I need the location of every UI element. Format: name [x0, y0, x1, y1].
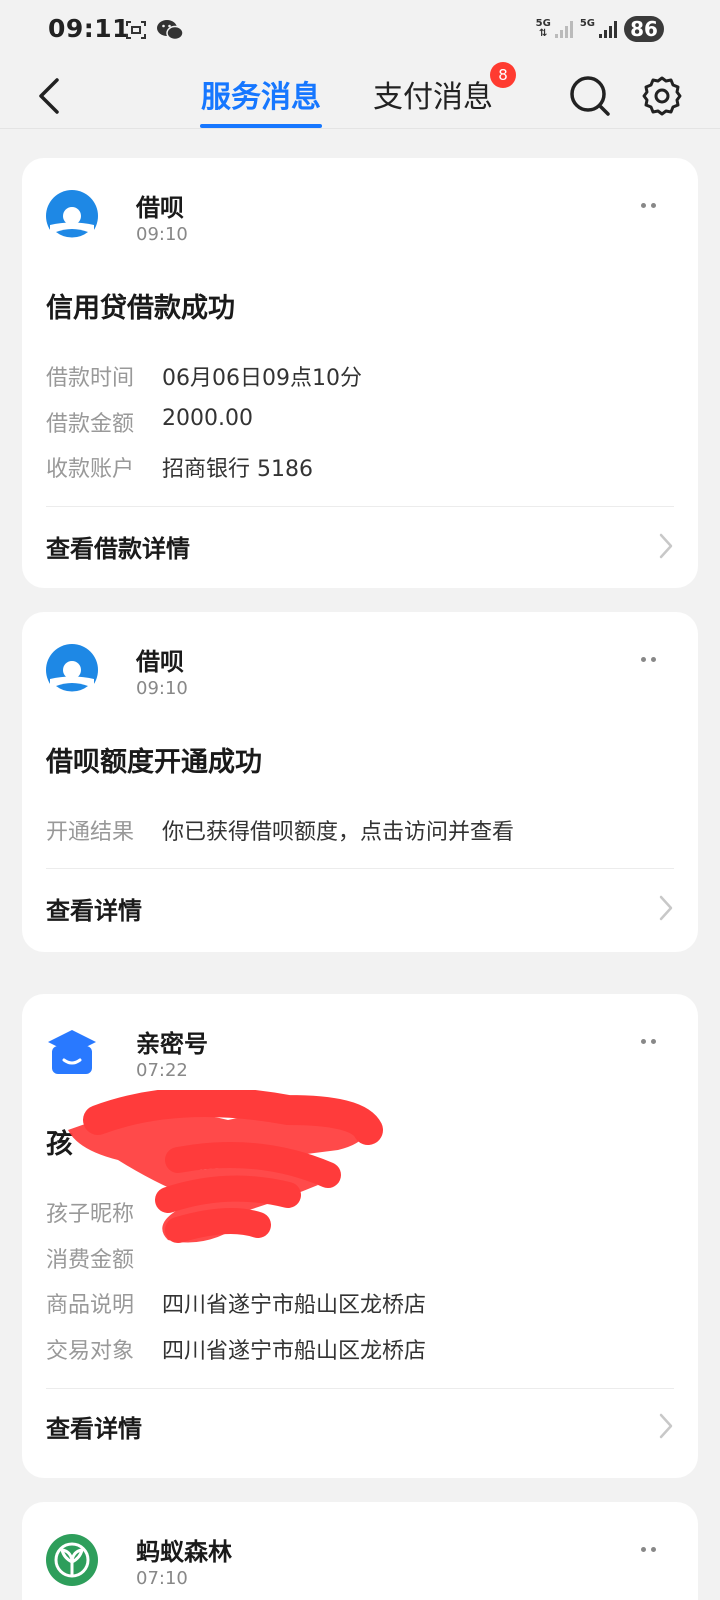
- link-label: 查看详情: [46, 896, 142, 925]
- back-button[interactable]: [28, 74, 68, 118]
- view-details-link[interactable]: 查看详情: [46, 1402, 674, 1450]
- row-value: 2000.00: [162, 406, 253, 431]
- detail-row: 借款金额 2000.00: [46, 406, 253, 438]
- battery-indicator: 86: [624, 16, 664, 42]
- view-loan-details-link[interactable]: 查看借款详情: [46, 522, 674, 570]
- app-name: 借呗: [136, 194, 184, 222]
- header-divider: [0, 128, 720, 129]
- card-header: 蚂蚁森林 07:10: [46, 1532, 674, 1592]
- tab-payment-messages[interactable]: 支付消息: [372, 72, 494, 126]
- chevron-right-icon: [659, 533, 673, 559]
- detail-row: 商品说明 四川省遂宁市船山区龙桥店: [46, 1287, 426, 1319]
- card-title: 信用贷借款成功: [46, 293, 235, 324]
- settings-button[interactable]: [638, 72, 686, 120]
- row-key: 收款账户: [46, 457, 135, 482]
- message-time: 07:10: [136, 1568, 188, 1589]
- card-divider: [46, 868, 674, 869]
- ant-forest-icon: [46, 1534, 98, 1586]
- status-notification-icons: [124, 18, 184, 42]
- app-name: 亲密号: [136, 1030, 208, 1058]
- more-options-button[interactable]: [636, 1034, 660, 1048]
- row-value: 四川省遂宁市船山区龙桥店: [162, 1339, 427, 1364]
- chevron-left-icon: [39, 78, 59, 114]
- row-value: 四川省遂宁市船山区龙桥店: [162, 1293, 427, 1318]
- row-value: 招商银行 5186: [162, 457, 313, 482]
- row-value: 你已获得借呗额度，点击访问并查看: [162, 820, 515, 845]
- link-label: 查看详情: [46, 1414, 142, 1443]
- status-right: 5G ⇅ 5G 86: [536, 16, 664, 42]
- more-options-button[interactable]: [636, 198, 660, 212]
- graduation-cap-icon: [48, 1030, 96, 1074]
- data-arrows-icon: ⇅: [539, 28, 548, 39]
- row-key: 交易对象: [46, 1339, 135, 1364]
- row-key: 开通结果: [46, 820, 135, 845]
- card-header: 借呗 09:10: [46, 188, 674, 248]
- tab-label: 服务消息: [201, 80, 321, 115]
- more-options-button[interactable]: [636, 1542, 660, 1556]
- screenshot-icon: [126, 21, 146, 39]
- card-header: 亲密号 07:22: [46, 1024, 674, 1084]
- chevron-right-icon: [659, 895, 673, 921]
- row-key: 商品说明: [46, 1293, 135, 1318]
- wechat-icon: [157, 20, 184, 41]
- card-divider: [46, 1388, 674, 1389]
- row-key: 借款时间: [46, 366, 135, 391]
- more-options-button[interactable]: [636, 652, 660, 666]
- status-time: 09:11: [48, 14, 131, 43]
- detail-row: 交易对象 四川省遂宁市船山区龙桥店: [46, 1333, 426, 1365]
- card-title: 借呗额度开通成功: [46, 747, 262, 778]
- app-name: 借呗: [136, 648, 184, 676]
- detail-row: 开通结果 你已获得借呗额度，点击访问并查看: [46, 814, 514, 846]
- row-value: 06月06日09点10分: [162, 366, 362, 391]
- view-details-link[interactable]: 查看详情: [46, 884, 674, 932]
- app-name: 蚂蚁森林: [136, 1538, 232, 1566]
- jiebei-icon: [46, 190, 98, 242]
- card-divider: [46, 506, 674, 507]
- signal-bars-icon: [554, 21, 573, 38]
- jiebei-icon: [46, 644, 98, 696]
- search-icon: [570, 76, 610, 116]
- signal-2: 5G: [580, 19, 618, 39]
- search-button[interactable]: [566, 72, 614, 120]
- tab-label: 支付消息: [373, 80, 493, 115]
- message-time: 07:22: [136, 1060, 188, 1081]
- status-bar: 09:11 5G ⇅ 5G 86: [0, 0, 720, 62]
- signal-bars-icon: [599, 21, 617, 38]
- card-header: 借呗 09:10: [46, 642, 674, 702]
- link-label: 查看借款详情: [46, 534, 190, 563]
- chevron-right-icon: [659, 1413, 673, 1439]
- tab-service-messages[interactable]: 服务消息: [200, 72, 322, 128]
- message-card[interactable]: 借呗 09:10 借呗额度开通成功 开通结果 你已获得借呗额度，点击访问并查看 …: [22, 612, 698, 952]
- signal-1: 5G ⇅: [536, 19, 574, 39]
- message-card[interactable]: 借呗 09:10 信用贷借款成功 借款时间 06月06日09点10分 借款金额 …: [22, 158, 698, 588]
- header: 服务消息 支付消息 8: [0, 62, 720, 134]
- detail-row: 借款时间 06月06日09点10分: [46, 360, 362, 392]
- detail-row: 收款账户 招商银行 5186: [46, 451, 313, 483]
- row-key: 借款金额: [46, 412, 135, 437]
- unread-badge: 8: [490, 62, 516, 88]
- message-time: 09:10: [136, 224, 188, 245]
- message-card[interactable]: 亲密号 07:22 孩 孩子昵称 消费金额 商品说明 四川省遂宁市船山区龙桥店 …: [22, 994, 698, 1478]
- message-card[interactable]: 蚂蚁森林 07:10: [22, 1502, 698, 1600]
- message-time: 09:10: [136, 678, 188, 699]
- redaction-scribble: [68, 1090, 383, 1243]
- gear-icon: [642, 76, 682, 116]
